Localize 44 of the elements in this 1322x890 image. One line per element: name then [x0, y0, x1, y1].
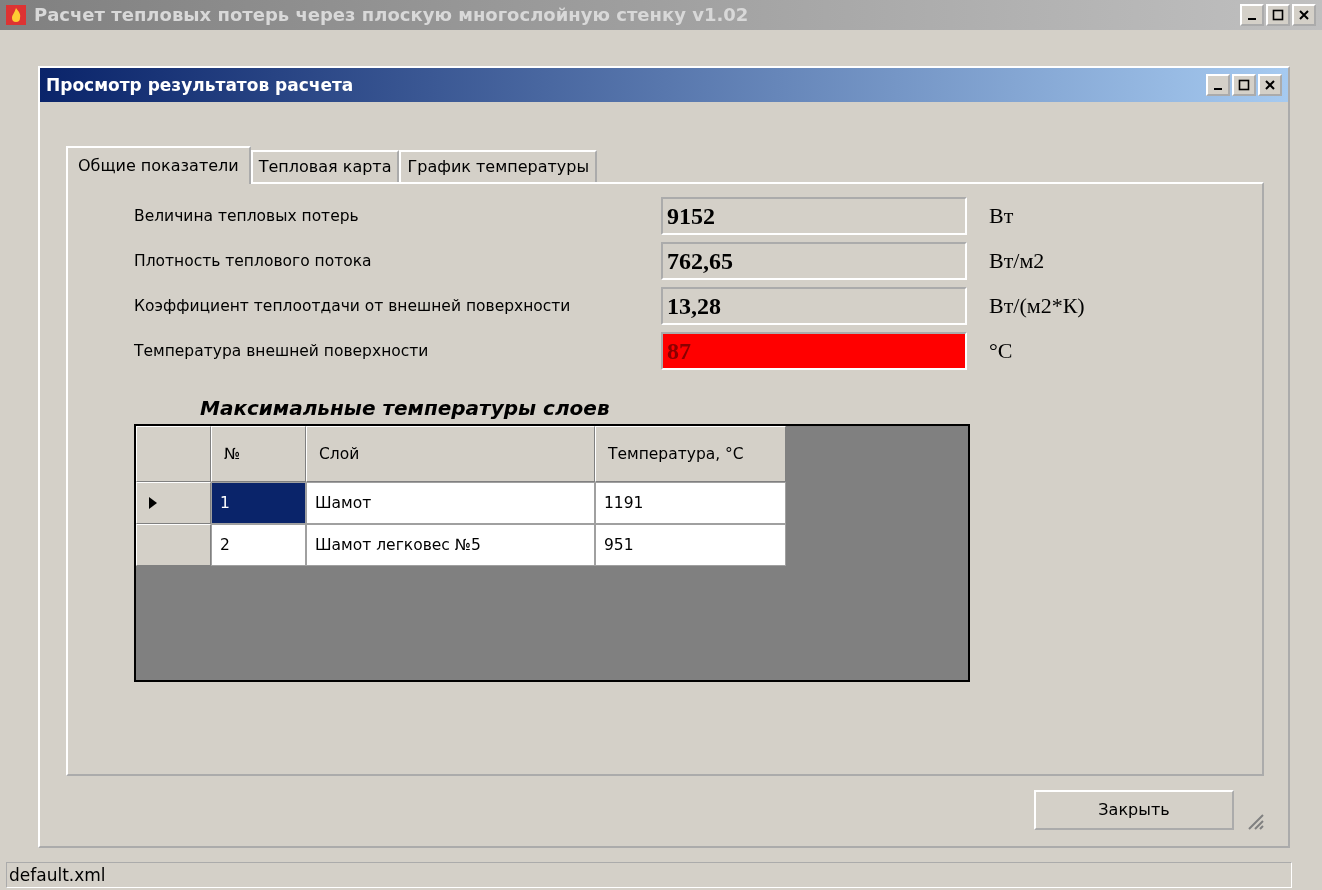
unit-label: Вт — [989, 203, 1014, 230]
result-label: Величина тепловых потерь — [134, 207, 360, 226]
minimize-icon — [1248, 17, 1256, 20]
minimize-icon — [1214, 87, 1222, 90]
column-header[interactable]: Слой — [306, 425, 595, 482]
table-cell: Шамот — [306, 481, 595, 524]
tab[interactable]: Тепловая карта — [250, 149, 400, 182]
close-icon — [1264, 78, 1276, 91]
close-icon — [1298, 8, 1310, 21]
tab[interactable]: Общие показатели — [66, 145, 251, 184]
result-label: Плотность теплового потока — [134, 252, 373, 271]
result-field: 9152 — [661, 197, 967, 236]
maximize-icon — [1238, 78, 1250, 91]
result-field: 762,65 — [661, 242, 967, 281]
row-header[interactable] — [136, 481, 211, 524]
current-row-icon — [149, 496, 157, 509]
table-cell: 1191 — [595, 481, 786, 524]
unit-label: Вт/(м2*К) — [989, 293, 1085, 320]
close-button[interactable] — [1258, 73, 1282, 96]
minimize-button[interactable] — [1206, 73, 1230, 96]
result-label: Коэффициент теплоотдачи от внешней поверхности — [134, 297, 572, 316]
unit-label: Вт/м2 — [989, 248, 1045, 275]
maximize-icon — [1272, 8, 1284, 21]
table-cell: Шамот легковес №5 — [306, 523, 595, 566]
flame-icon — [6, 4, 26, 25]
tab[interactable]: График температуры — [399, 149, 598, 182]
result-field: 13,28 — [661, 287, 967, 326]
unit-label: °C — [989, 338, 1013, 365]
maximize-button[interactable] — [1232, 73, 1256, 96]
table-title: Максимальные температуры слоев — [200, 395, 610, 420]
result-field: 87 — [661, 332, 967, 371]
column-header[interactable]: Температура, °C — [595, 425, 786, 482]
maximize-button[interactable] — [1266, 3, 1290, 26]
result-label: Температура внешней поверхности — [134, 342, 430, 361]
minimize-button[interactable] — [1240, 3, 1264, 26]
close-button[interactable] — [1292, 3, 1316, 26]
column-header[interactable]: № — [211, 425, 306, 482]
table-cell: 1 — [211, 481, 306, 524]
dialog-title: Просмотр результатов расчета — [46, 74, 354, 95]
status-text: default.xml — [9, 864, 106, 885]
row-header[interactable] — [136, 523, 211, 566]
table-cell: 951 — [595, 523, 786, 566]
close-dialog-button[interactable]: Закрыть — [1034, 789, 1234, 830]
table-cell: 2 — [211, 523, 306, 566]
